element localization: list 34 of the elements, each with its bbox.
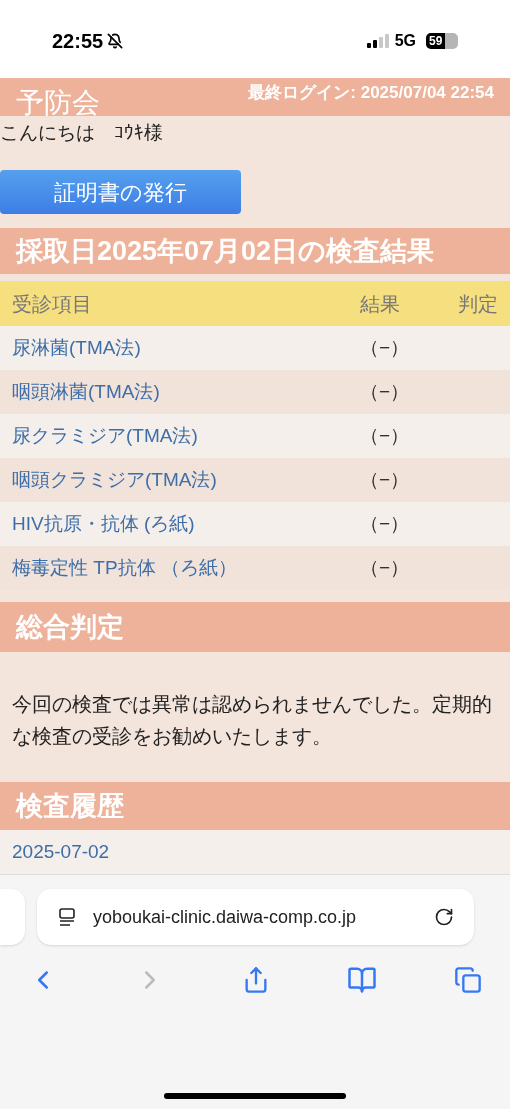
clock: 22:55	[52, 29, 104, 54]
summary-text: 今回の検査では異常は認められませんでした。定期的な検査の受診をお勧めいたします。	[12, 692, 493, 749]
battery-icon: 59	[426, 33, 458, 49]
reload-icon[interactable]	[434, 907, 454, 927]
greeting-text: こんにちは ｺｳｷ様	[0, 120, 163, 145]
test-item-link[interactable]: 咽頭淋菌(TMA法)	[12, 380, 160, 402]
result-cell-text: （−）	[360, 467, 411, 492]
column-header: 判定	[457, 291, 498, 317]
certificate-button[interactable]: 証明書の発行	[0, 170, 241, 214]
column-header: 結果	[360, 291, 401, 317]
address-bar[interactable]: yoboukai-clinic.daiwa-comp.co.jp	[37, 889, 474, 945]
network-label: 5G	[394, 31, 416, 51]
result-cell-text: （−）	[360, 423, 411, 448]
url-text: yoboukai-clinic.daiwa-comp.co.jp	[93, 905, 358, 929]
result-cell-text: （−）	[360, 555, 411, 580]
results-title: 採取日2025年07月02日の検査結果	[16, 235, 436, 268]
test-item-link[interactable]: 尿淋菌(TMA法)	[12, 336, 141, 358]
result-cell-text: （−）	[360, 511, 411, 536]
column-header: 受診項目	[12, 291, 93, 317]
bookmarks-icon[interactable]	[347, 965, 377, 995]
history-date-link[interactable]: 2025-07-02	[12, 837, 110, 867]
result-cell-text: （−）	[360, 379, 411, 404]
tabs-icon[interactable]	[454, 966, 482, 994]
bell-muted-icon	[107, 33, 124, 49]
history-title: 検査履歴	[16, 789, 124, 823]
summary-title: 総合判定	[16, 610, 124, 644]
last-login-text: 最終ログイン: 2025/07/04 22:54	[248, 82, 494, 104]
test-item-link[interactable]: HIV抗原・抗体 (ろ紙)	[12, 512, 195, 534]
result-cell-text: （−）	[360, 335, 411, 360]
test-item-link[interactable]: 尿クラミジア(TMA法)	[12, 424, 198, 446]
test-item-link[interactable]: 梅毒定性 TP抗体 （ろ紙）	[12, 556, 237, 578]
signal-icon	[366, 34, 389, 48]
test-item-link[interactable]: 咽頭クラミジア(TMA法)	[12, 468, 217, 490]
page-menu-icon[interactable]	[57, 907, 77, 927]
